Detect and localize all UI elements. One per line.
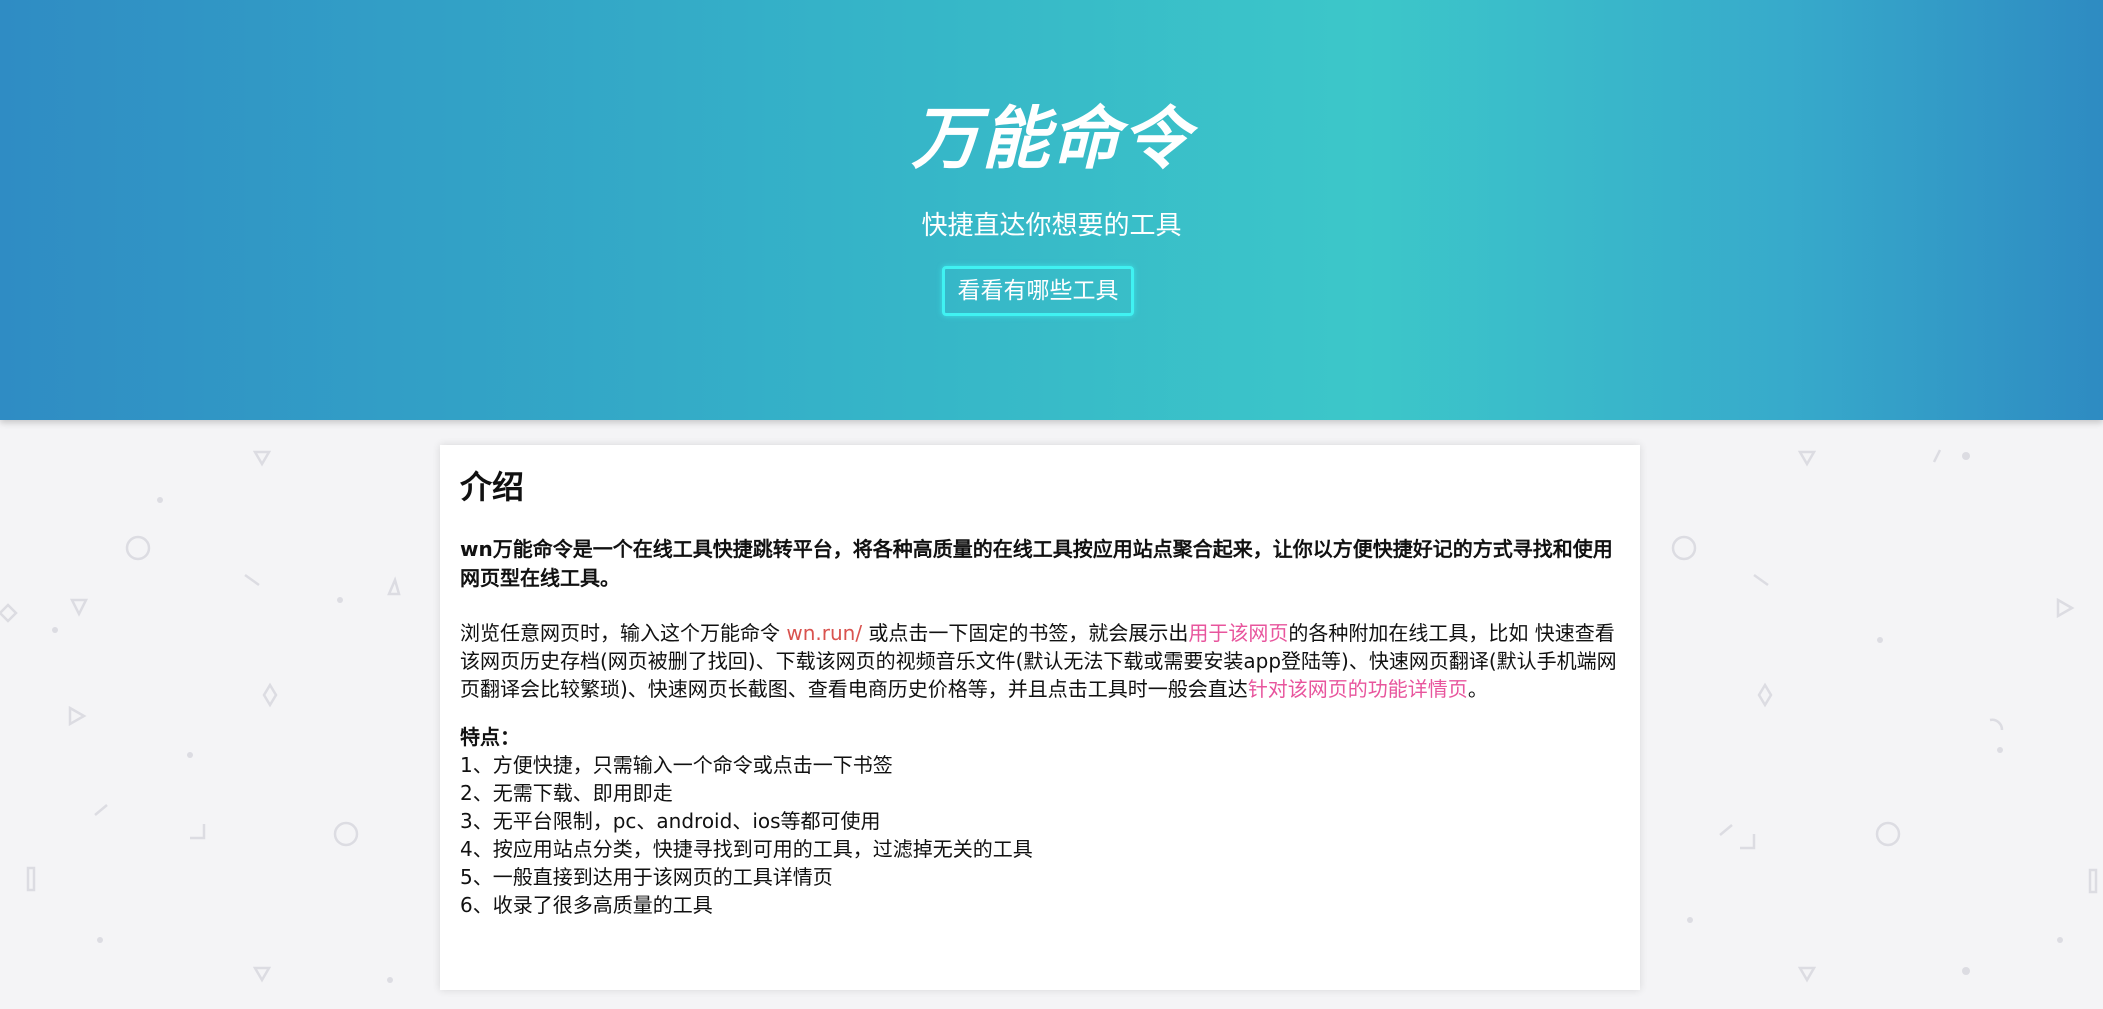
site-subtitle: 快捷直达你想要的工具: [921, 211, 1182, 241]
features-title: 特点：: [460, 725, 520, 749]
feature-item: 2、无需下载、即用即走: [460, 781, 673, 805]
detail-page-link[interactable]: 针对该网页的功能详情页: [1248, 677, 1468, 701]
desc-text-2: 或点击一下固定的书签，就会展示出: [862, 621, 1189, 645]
wn-run-link[interactable]: wn.run/: [786, 621, 862, 645]
hero-banner: 万能命令 快捷直达你想要的工具 看看有哪些工具: [0, 0, 2103, 420]
intro-card: 介绍 wn万能命令是一个在线工具快捷跳转平台，将各种高质量的在线工具按应用站点聚…: [440, 445, 1640, 990]
intro-heading: 介绍: [460, 468, 525, 506]
intro-summary: wn万能命令是一个在线工具快捷跳转平台，将各种高质量的在线工具按应用站点聚合起来…: [460, 537, 1613, 590]
feature-item: 1、方便快捷，只需输入一个命令或点击一下书签: [460, 753, 893, 777]
feature-item: 5、一般直接到达用于该网页的工具详情页: [460, 865, 833, 889]
intro-description: 浏览任意网页时，输入这个万能命令 wn.run/ 或点击一下固定的书签，就会展示…: [460, 619, 1620, 703]
feature-item: 6、收录了很多高质量的工具: [460, 893, 713, 917]
features-list: 特点： 1、方便快捷，只需输入一个命令或点击一下书签 2、无需下载、即用即走 3…: [460, 723, 1620, 919]
feature-item: 4、按应用站点分类，快捷寻找到可用的工具，过滤掉无关的工具: [460, 837, 1033, 861]
view-tools-button[interactable]: 看看有哪些工具: [942, 266, 1134, 316]
desc-text-4: 。: [1467, 677, 1488, 701]
feature-item: 3、无平台限制，pc、android、ios等都可使用: [460, 809, 881, 833]
desc-text-1: 浏览任意网页时，输入这个万能命令: [460, 621, 787, 645]
site-title: 万能命令: [911, 100, 1192, 179]
for-this-page-link[interactable]: 用于该网页: [1188, 621, 1288, 645]
